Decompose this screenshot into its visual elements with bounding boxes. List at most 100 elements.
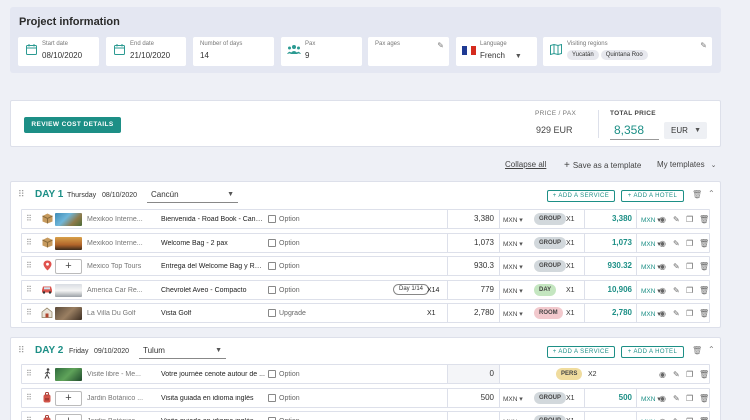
unit-price-input[interactable]: 0 (447, 365, 500, 383)
language-select[interactable]: Language French ▼ (456, 37, 537, 66)
pax-ages-field[interactable]: Pax ages ✎ (368, 37, 449, 66)
start-date-field[interactable]: Start date 08/10/2020 (18, 37, 99, 66)
pencil-icon[interactable]: ✎ (673, 394, 680, 403)
unit-price-input[interactable]: 500 (447, 388, 500, 407)
copy-icon[interactable]: ❐ (686, 394, 693, 403)
service-name[interactable]: Bienvenida - Road Book - Cancun (161, 216, 265, 223)
currency-select[interactable]: MXN ▾ (503, 216, 523, 224)
trash-icon[interactable]: 🗑 (699, 286, 709, 295)
drag-handle-icon[interactable]: ⠿ (26, 393, 32, 402)
pencil-icon[interactable]: ✎ (673, 309, 680, 318)
drag-handle-icon[interactable]: ⠿ (26, 416, 32, 420)
option-checkbox[interactable] (268, 215, 276, 223)
drag-handle-icon[interactable]: ⠿ (26, 369, 32, 378)
chevron-up-icon[interactable]: ⌃ (708, 189, 715, 198)
trash-icon[interactable]: 🗑 (699, 309, 709, 318)
provider-name[interactable]: Mexikoo Interne... (87, 240, 157, 247)
add-hotel-button[interactable]: + ADD A HOTEL (621, 346, 684, 358)
total-price-input[interactable] (584, 412, 637, 420)
currency-select[interactable]: MXN ▾ (503, 240, 523, 248)
service-name[interactable]: Entrega del Welcome Bag y Rou... (161, 263, 265, 270)
trash-icon[interactable]: 🗑 (692, 190, 702, 199)
unit-price-input[interactable]: 3,380 (447, 210, 500, 228)
drag-handle-icon[interactable]: ⠿ (26, 238, 32, 247)
drag-handle-icon[interactable]: ⠿ (26, 285, 32, 294)
collapse-all-link[interactable]: Collapse all (505, 160, 546, 169)
pencil-icon[interactable]: ✎ (673, 262, 680, 271)
drag-handle-icon[interactable]: ⠿ (18, 189, 25, 200)
unit-price-input[interactable]: 779 (447, 280, 500, 299)
provider-name[interactable]: Mexikoo Interne... (87, 216, 157, 223)
total-price-input[interactable]: 2,780 (584, 304, 637, 322)
pencil-icon[interactable]: ✎ (437, 41, 444, 50)
currency-select[interactable]: MXN ▾ (503, 263, 523, 271)
add-service-button[interactable]: + ADD A SERVICE (547, 190, 615, 202)
trash-icon[interactable]: 🗑 (699, 394, 709, 403)
total-currency-select[interactable]: MXN ▾ (641, 263, 661, 271)
unit-price-input[interactable] (447, 412, 500, 420)
total-price-input[interactable]: 10,906 (584, 280, 637, 299)
save-as-template-button[interactable]: + Save as a template (564, 160, 641, 171)
eye-icon[interactable]: ◉ (659, 309, 666, 318)
drag-handle-icon[interactable]: ⠿ (26, 214, 32, 223)
eye-icon[interactable]: ◉ (659, 215, 666, 224)
total-currency-select[interactable]: MXN ▾ (641, 240, 661, 248)
review-cost-details-button[interactable]: REVIEW COST DETAILS (24, 117, 121, 133)
city-select[interactable]: Cancún ▼ (147, 187, 238, 203)
total-price-input[interactable]: 3,380 (584, 210, 637, 228)
trash-icon[interactable]: 🗑 (699, 370, 709, 379)
currency-select[interactable]: MXN ▾ (503, 310, 523, 318)
my-templates-dropdown[interactable]: My templates ⌄ (657, 160, 716, 169)
total-price-input[interactable]: 1,073 (584, 233, 637, 252)
provider-name[interactable]: La Villa Du Golf (87, 310, 157, 317)
pencil-icon[interactable]: ✎ (673, 215, 680, 224)
pencil-icon[interactable]: ✎ (673, 239, 680, 248)
copy-icon[interactable]: ❐ (686, 370, 693, 379)
total-price-input[interactable]: 8,358 (610, 121, 659, 140)
currency-select[interactable]: MXN ▾ (503, 395, 523, 403)
copy-icon[interactable]: ❐ (686, 262, 693, 271)
option-checkbox[interactable] (268, 238, 276, 247)
city-select[interactable]: Tulum ▼ (139, 343, 226, 359)
add-image-button[interactable]: + (55, 414, 82, 420)
pencil-icon[interactable]: ✎ (673, 370, 680, 379)
service-name[interactable]: Welcome Bag - 2 pax (161, 240, 265, 247)
service-name[interactable]: Visita guiada en idioma inglés (161, 395, 265, 402)
trash-icon[interactable]: 🗑 (699, 215, 709, 224)
total-currency-select[interactable]: MXN ▾ (641, 287, 661, 295)
add-image-button[interactable]: + (55, 390, 82, 406)
total-currency-select[interactable]: MXN ▾ (641, 216, 661, 224)
provider-name[interactable]: Visite libre - Me... (87, 371, 157, 378)
number-of-days-field[interactable]: Number of days 14 (193, 37, 274, 66)
provider-name[interactable]: America Car Re... (87, 287, 157, 294)
eye-icon[interactable]: ◉ (659, 239, 666, 248)
add-hotel-button[interactable]: + ADD A HOTEL (621, 190, 684, 202)
copy-icon[interactable]: ❐ (686, 309, 693, 318)
currency-select[interactable]: MXN ▾ (503, 287, 523, 295)
currency-select[interactable]: EUR ▼ (664, 122, 707, 139)
total-price-input[interactable]: 930.32 (584, 257, 637, 275)
copy-icon[interactable]: ❐ (686, 286, 693, 295)
trash-icon[interactable]: 🗑 (699, 239, 709, 248)
option-checkbox[interactable] (268, 285, 276, 294)
trash-icon[interactable]: 🗑 (692, 346, 702, 355)
eye-icon[interactable]: ◉ (659, 370, 666, 379)
option-checkbox[interactable] (268, 393, 276, 402)
total-price-input[interactable]: 500 (584, 388, 637, 407)
service-name[interactable]: Vista Golf (161, 310, 265, 317)
add-service-button[interactable]: + ADD A SERVICE (547, 346, 615, 358)
eye-icon[interactable]: ◉ (659, 286, 666, 295)
drag-handle-icon[interactable]: ⠿ (18, 345, 25, 356)
service-name[interactable]: Chevrolet Aveo - Compacto (161, 287, 265, 294)
eye-icon[interactable]: ◉ (659, 394, 666, 403)
option-checkbox[interactable] (268, 309, 276, 317)
unit-price-input[interactable]: 930.3 (447, 257, 500, 275)
provider-name[interactable]: Jardin Botánico ... (87, 395, 157, 402)
drag-handle-icon[interactable]: ⠿ (26, 308, 32, 317)
pax-field[interactable]: Pax 9 (281, 37, 362, 66)
copy-icon[interactable]: ❐ (686, 239, 693, 248)
eye-icon[interactable]: ◉ (659, 262, 666, 271)
option-checkbox[interactable] (268, 370, 276, 378)
total-currency-select[interactable]: MXN ▾ (641, 310, 661, 318)
option-checkbox[interactable] (268, 262, 276, 270)
